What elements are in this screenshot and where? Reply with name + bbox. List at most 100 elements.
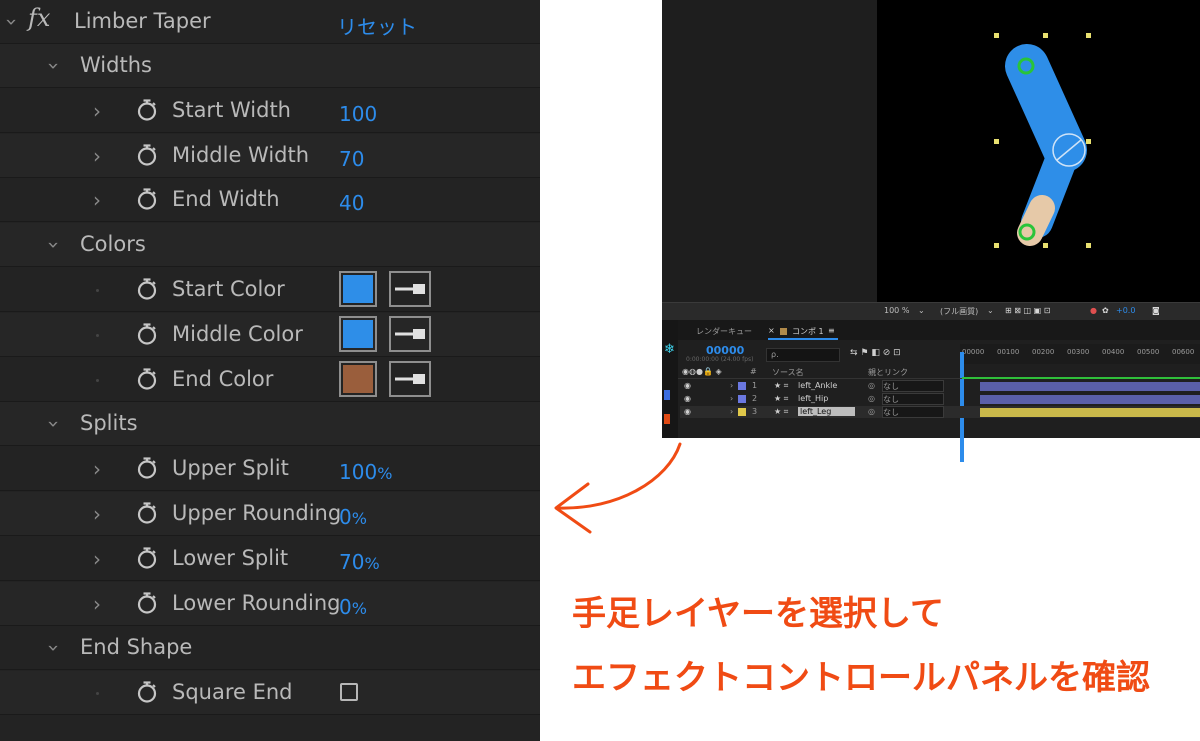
stopwatch-icon[interactable] bbox=[136, 143, 158, 166]
col-parent[interactable]: 親とリンク bbox=[868, 367, 908, 378]
parent-dropdown[interactable]: なし bbox=[882, 380, 944, 392]
fx-icon[interactable]: fx bbox=[28, 4, 50, 32]
timeline-layer-row[interactable]: ◉ › 1 ★ ⌗ left_Ankle ◎ なし bbox=[680, 380, 1200, 392]
layer-duration-bar[interactable] bbox=[980, 382, 1200, 391]
parent-dropdown[interactable]: なし bbox=[882, 406, 944, 418]
chevron-down-icon[interactable]: ⌄ bbox=[987, 306, 994, 315]
color-swatch[interactable] bbox=[339, 271, 377, 307]
stopwatch-icon[interactable] bbox=[136, 547, 158, 569]
timeline-layer-row[interactable]: ◉ › 3 ★ ⌗ left_Leg ◎ なし bbox=[680, 406, 1200, 418]
time-ruler[interactable]: 00000 00100 00200 00300 00400 00500 00600 bbox=[960, 344, 1200, 462]
eye-icon[interactable]: ◉ bbox=[684, 407, 691, 416]
chevron-right-icon[interactable]: › bbox=[93, 592, 101, 616]
chevron-right-icon[interactable]: › bbox=[93, 188, 101, 212]
layer-name[interactable]: left_Ankle bbox=[798, 381, 837, 390]
zoom-dropdown[interactable]: 100 % bbox=[884, 306, 909, 315]
pickwhip-icon[interactable]: ◎ bbox=[868, 381, 875, 390]
chevron-right-icon[interactable]: › bbox=[730, 394, 733, 403]
col-source-name[interactable]: ソース名 bbox=[772, 367, 804, 378]
reset-link[interactable]: リセット bbox=[337, 11, 417, 40]
stopwatch-icon[interactable] bbox=[136, 188, 158, 210]
stopwatch-icon[interactable] bbox=[136, 681, 158, 703]
visibility-icons[interactable]: ◉◍●🔒 ◈ bbox=[682, 367, 722, 376]
layer-name[interactable]: left_Hip bbox=[798, 394, 828, 403]
exposure-icon[interactable]: ✿ bbox=[1102, 306, 1109, 315]
layer-name[interactable]: left_Leg bbox=[798, 407, 856, 416]
property-row: Square End bbox=[0, 671, 540, 716]
eyedropper-icon[interactable] bbox=[389, 360, 431, 397]
property-value[interactable]: 0% bbox=[339, 505, 367, 529]
work-area-bar[interactable] bbox=[962, 377, 1200, 379]
bullet-dot bbox=[96, 692, 99, 696]
color-swatch[interactable] bbox=[339, 360, 377, 397]
tools-strip: ❄ bbox=[662, 320, 678, 438]
property-group-row: › Splits bbox=[0, 402, 540, 447]
eye-icon[interactable]: ◉ bbox=[684, 394, 691, 403]
exposure-value[interactable]: +0.0 bbox=[1116, 306, 1135, 315]
parent-dropdown[interactable]: なし bbox=[882, 393, 944, 405]
property-label: End Color bbox=[172, 366, 274, 391]
property-value[interactable]: 40 bbox=[339, 191, 364, 215]
viewer-toolbar: 100 % ⌄ (フル画質) ⌄ ⊞ ⊠ ◫ ▣ ⊡ ● ✿ +0.0 ◙ bbox=[662, 302, 1200, 321]
timeline-layer-row[interactable]: ◉ › 2 ★ ⌗ left_Hip ◎ なし bbox=[680, 393, 1200, 405]
property-value[interactable]: 100% bbox=[339, 460, 392, 484]
layer-label-color[interactable] bbox=[738, 408, 746, 416]
layer-label-color[interactable] bbox=[738, 395, 746, 403]
property-label: Lower Rounding bbox=[172, 590, 341, 615]
stopwatch-icon[interactable] bbox=[136, 502, 158, 524]
layer-search-input[interactable]: ρ. bbox=[766, 348, 840, 362]
chevron-down-icon[interactable]: › bbox=[42, 644, 66, 652]
chevron-down-icon[interactable]: › bbox=[42, 62, 66, 70]
chevron-right-icon[interactable]: › bbox=[93, 99, 101, 123]
eyedropper-icon[interactable] bbox=[389, 271, 431, 307]
resolution-dropdown[interactable]: (フル画質) bbox=[940, 306, 978, 317]
chevron-right-icon[interactable]: › bbox=[93, 144, 101, 168]
tab-comp[interactable]: コンポ 1 bbox=[792, 326, 824, 337]
stopwatch-icon[interactable] bbox=[136, 323, 158, 345]
chevron-down-icon[interactable]: › bbox=[42, 241, 66, 249]
ruler-tick-label: 00500 bbox=[1137, 348, 1160, 356]
property-label: End Width bbox=[172, 187, 280, 212]
property-value[interactable]: 0% bbox=[339, 595, 367, 619]
snowflake-icon: ❄ bbox=[664, 342, 675, 357]
color-swatch[interactable] bbox=[339, 315, 377, 352]
stopwatch-icon[interactable] bbox=[136, 457, 158, 479]
property-value[interactable]: 70 bbox=[339, 147, 364, 171]
property-row: › Lower Split 70% bbox=[0, 537, 540, 581]
property-value[interactable]: 100 bbox=[339, 102, 377, 126]
close-icon[interactable]: × bbox=[768, 326, 775, 335]
layer-label-color[interactable] bbox=[738, 382, 746, 390]
chevron-right-icon[interactable]: › bbox=[730, 407, 733, 416]
chevron-right-icon[interactable]: › bbox=[93, 457, 101, 481]
property-value[interactable]: 70% bbox=[339, 550, 380, 574]
layer-duration-bar[interactable] bbox=[980, 395, 1200, 404]
group-label: Widths bbox=[80, 53, 152, 77]
chevron-right-icon[interactable]: › bbox=[93, 502, 101, 526]
view-options-icons[interactable]: ⊞ ⊠ ◫ ▣ ⊡ bbox=[1005, 306, 1050, 315]
layer-duration-bar[interactable] bbox=[980, 408, 1200, 417]
timeline-switch-icons[interactable]: ⇆ ⚑ ◧ ⊘ ⊡ bbox=[850, 348, 901, 358]
chevron-down-icon[interactable]: › bbox=[0, 18, 24, 26]
eye-icon[interactable]: ◉ bbox=[684, 381, 691, 390]
property-row: › Upper Rounding 0% bbox=[0, 492, 540, 536]
chevron-right-icon[interactable]: › bbox=[730, 381, 733, 390]
color-icon[interactable]: ● bbox=[1090, 306, 1097, 315]
stopwatch-icon[interactable] bbox=[136, 591, 158, 614]
camera-icon[interactable]: ◙ bbox=[1152, 306, 1160, 315]
stopwatch-icon[interactable] bbox=[136, 99, 158, 121]
chevron-down-icon[interactable]: ⌄ bbox=[918, 306, 925, 315]
group-label: End Shape bbox=[80, 635, 193, 660]
shape-layer-icon: ★ ⌗ bbox=[774, 407, 789, 416]
pickwhip-icon[interactable]: ◎ bbox=[868, 407, 875, 416]
pickwhip-icon[interactable]: ◎ bbox=[868, 394, 875, 403]
stopwatch-icon[interactable] bbox=[136, 278, 158, 300]
tab-render-queue[interactable]: レンダーキュー bbox=[696, 326, 752, 337]
square-end-checkbox[interactable] bbox=[340, 683, 358, 702]
menu-icon[interactable]: ≡ bbox=[828, 326, 835, 335]
eyedropper-icon[interactable] bbox=[389, 315, 431, 352]
ruler-tick-label: 00300 bbox=[1067, 348, 1090, 356]
chevron-right-icon[interactable]: › bbox=[93, 547, 101, 571]
composition-canvas[interactable] bbox=[877, 0, 1200, 302]
chevron-down-icon[interactable]: › bbox=[42, 420, 66, 428]
stopwatch-icon[interactable] bbox=[136, 367, 158, 390]
